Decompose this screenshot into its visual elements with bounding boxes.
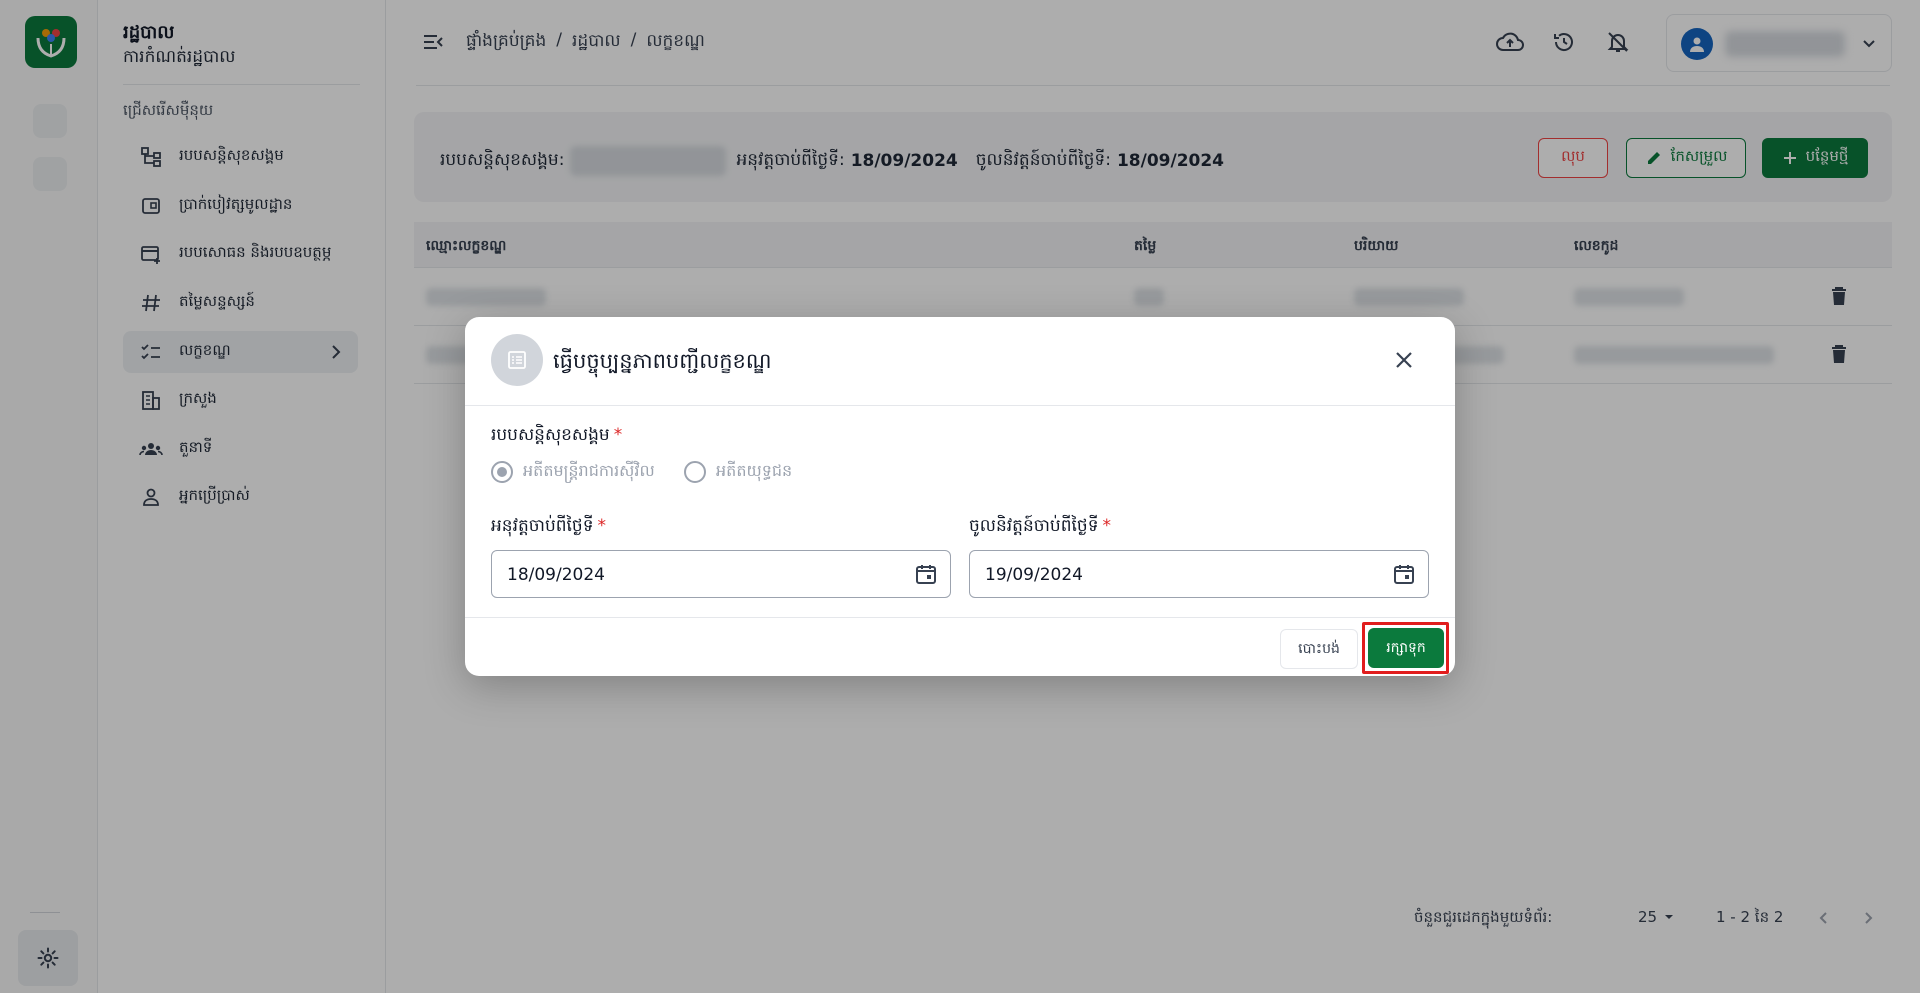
retirement-date-label: ចូលនិវត្តន៍ចាប់ពីថ្ងៃទី *: [969, 515, 1111, 540]
save-button[interactable]: រក្សាទុក: [1368, 628, 1444, 668]
effective-date-value: 18/09/2024: [507, 565, 605, 585]
list-icon: [491, 334, 543, 386]
update-conditions-dialog: ធ្វើបច្ចុប្បន្នភាពបញ្ជីលក្ខខណ្ឌ របបសន្តិ…: [465, 317, 1455, 676]
scheme-field-label: របបសន្តិសុខសង្គម *: [491, 424, 622, 449]
effective-date-label-text: អនុវត្តចាប់ពីថ្ងៃទី: [491, 516, 594, 536]
radio-former-civil-servant[interactable]: អតីតមន្ត្រីរាជការស៊ីវិល: [491, 460, 655, 484]
required-marker: *: [597, 516, 607, 536]
cancel-button[interactable]: បោះបង់: [1280, 629, 1358, 669]
scheme-label-text: របបសន្តិសុខសង្គម: [491, 425, 610, 445]
radio-label: អតីតមន្ត្រីរាជការស៊ីវិល: [523, 461, 655, 480]
dialog-title: ធ្វើបច្ចុប្បន្នភាពបញ្ជីលក្ខខណ្ឌ: [553, 349, 772, 373]
dialog-footer-divider: [465, 617, 1455, 618]
radio-button-selected[interactable]: [491, 461, 513, 483]
radio-veteran[interactable]: អតីតយុទ្ធជន: [684, 460, 792, 484]
close-icon[interactable]: [1391, 347, 1417, 373]
radio-label: អតីតយុទ្ធជន: [716, 461, 793, 480]
radio-button[interactable]: [684, 461, 706, 483]
required-marker: *: [1102, 516, 1112, 536]
calendar-icon[interactable]: [914, 562, 938, 586]
retirement-date-field[interactable]: 19/09/2024: [969, 550, 1429, 598]
cancel-button-label: បោះបង់: [1298, 640, 1340, 657]
retirement-date-value: 19/09/2024: [985, 565, 1083, 585]
effective-date-label: អនុវត្តចាប់ពីថ្ងៃទី *: [491, 515, 606, 540]
retirement-date-label-text: ចូលនិវត្តន៍ចាប់ពីថ្ងៃទី: [969, 516, 1099, 536]
dialog-header-divider: [465, 405, 1455, 406]
required-marker: *: [613, 425, 623, 445]
effective-date-field[interactable]: 18/09/2024: [491, 550, 951, 598]
calendar-icon[interactable]: [1392, 562, 1416, 586]
save-button-label: រក្សាទុក: [1386, 639, 1426, 656]
